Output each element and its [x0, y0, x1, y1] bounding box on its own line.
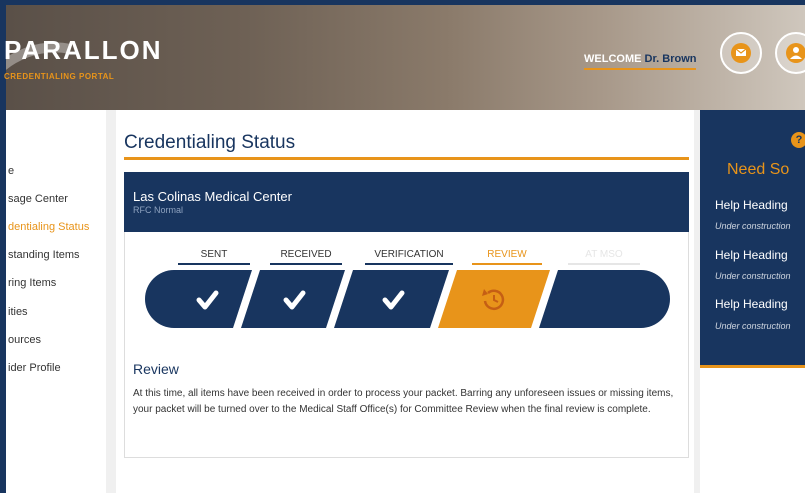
parallon-logo[interactable]: PARALLON — [4, 35, 163, 66]
progress-tracker — [145, 270, 670, 328]
step-at-mso — [539, 270, 670, 328]
welcome-label: WELCOME — [584, 53, 642, 65]
user-icon — [786, 43, 805, 63]
sidebar-item-credentialing-status[interactable]: dentialing Status — [8, 221, 89, 233]
status-content-box — [124, 232, 689, 458]
portal-subtitle: CREDENTIALING PORTAL — [4, 72, 115, 81]
review-description: At this time, all items have been receiv… — [133, 388, 674, 415]
help-link-3[interactable]: Help Heading — [715, 297, 788, 311]
mail-icon — [731, 43, 751, 63]
facility-subtitle: RFC Normal — [133, 205, 184, 215]
help-note-3: Under construction — [715, 321, 791, 331]
help-icon[interactable]: ? — [791, 132, 805, 148]
sidebar-item-resources[interactable]: ources — [8, 334, 41, 346]
sidebar-item-outstanding-items[interactable]: standing Items — [8, 249, 80, 261]
step-label-at-mso: AT MSO — [568, 249, 640, 265]
step-label-received: RECEIVED — [270, 249, 342, 265]
facility-header: Las Colinas Medical Center RFC Normal — [124, 172, 689, 232]
sidebar-nav — [6, 110, 106, 493]
sidebar-item-message-center[interactable]: sage Center — [8, 193, 68, 205]
help-note-1: Under construction — [715, 221, 791, 231]
messages-button[interactable] — [720, 32, 762, 74]
help-link-1[interactable]: Help Heading — [715, 198, 788, 212]
step-received — [241, 270, 345, 328]
right-empty-area — [700, 368, 805, 493]
step-sent — [145, 270, 252, 328]
title-divider — [124, 157, 689, 160]
user-name: Dr. Brown — [644, 53, 697, 65]
step-label-review: REVIEW — [472, 249, 542, 265]
review-heading: Review — [133, 361, 179, 377]
help-panel-title: Need So — [727, 161, 790, 178]
sidebar-item-facilities[interactable]: ities — [8, 306, 28, 318]
sidebar-item-provider-profile[interactable]: ider Profile — [8, 362, 61, 374]
sidebar-item-home[interactable]: e — [8, 165, 14, 177]
help-link-2[interactable]: Help Heading — [715, 248, 788, 262]
page-title: Credentialing Status — [124, 132, 296, 153]
sidebar-item-expiring-items[interactable]: ring Items — [8, 277, 56, 289]
step-verification — [334, 270, 449, 328]
welcome-message: WELCOME Dr. Brown — [584, 53, 697, 70]
step-label-sent: SENT — [178, 249, 250, 265]
help-note-2: Under construction — [715, 271, 791, 281]
facility-name: Las Colinas Medical Center — [133, 189, 292, 204]
step-review — [438, 270, 550, 328]
step-label-verification: VERIFICATION — [365, 249, 453, 265]
